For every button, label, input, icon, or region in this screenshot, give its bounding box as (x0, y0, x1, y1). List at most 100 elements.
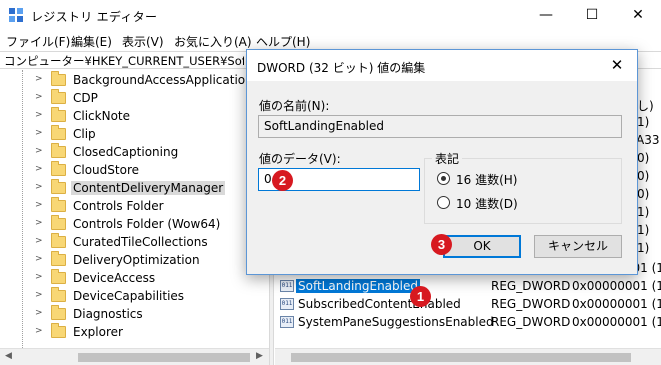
key-tree[interactable]: > BackgroundAccessApplications > CDP > ClickN… (0, 70, 269, 348)
tree-item-label: Diagnostics (73, 307, 143, 321)
value-name: SubscribedContentEnabled (298, 297, 461, 311)
title-bar: レジストリ エディター — ☐ ✕ (0, 0, 661, 31)
folder-icon (51, 233, 66, 248)
base-group-title: 表記 (432, 150, 463, 167)
scroll-left-icon[interactable]: ◀ (5, 351, 12, 361)
value-type: REG_DWORD (491, 297, 571, 311)
folder-icon (51, 215, 66, 230)
close-button[interactable]: ✕ (615, 0, 661, 31)
reg-dword-icon: 011 (280, 316, 294, 328)
expand-chevron-icon[interactable]: > (35, 74, 43, 84)
tree-item-label: Explorer (73, 325, 123, 339)
value-row[interactable]: 011 SoftLandingEnabled REG_DWORD 0x00000001… (275, 277, 661, 295)
value-data: 0x00000001 (1) (572, 279, 661, 293)
reg-dword-icon: 011 (280, 298, 294, 310)
folder-icon (51, 179, 66, 194)
menu-bar: ファイル(F) 編集(E) 表示(V) お気に入り(A) ヘルプ(H) (0, 31, 661, 51)
folder-icon (51, 287, 66, 302)
tree-item-label: CloudStore (73, 163, 139, 177)
tree-item-label: BackgroundAccessApplications (73, 73, 259, 87)
dialog-close-button[interactable]: ✕ (603, 54, 631, 76)
menu-help[interactable]: ヘルプ(H) (256, 33, 310, 50)
minimize-button[interactable]: — (523, 0, 569, 31)
menu-edit[interactable]: 編集(E) (71, 33, 112, 50)
hex-radio[interactable] (437, 172, 450, 185)
expand-chevron-icon[interactable]: > (35, 290, 43, 300)
expand-chevron-icon[interactable]: > (35, 164, 43, 174)
tree-item[interactable]: > ContentDeliveryManager (0, 179, 269, 197)
value-data-text: 0 (264, 172, 272, 186)
folder-icon (51, 305, 66, 320)
dec-radio-label[interactable]: 10 進数(D) (456, 195, 518, 212)
tree-horizontal-scrollbar[interactable]: ◀ ▶ (0, 348, 269, 365)
annotation-badge-1: 1 (410, 286, 431, 307)
tree-item-label: Controls Folder (73, 199, 164, 213)
tree-item[interactable]: > DeviceAccess (0, 269, 269, 287)
values-scroll-thumb[interactable] (291, 353, 631, 362)
value-name-field: SoftLandingEnabled (258, 115, 622, 138)
tree-scroll-thumb[interactable] (78, 353, 250, 362)
registry-editor-app-icon (9, 8, 23, 22)
dec-radio[interactable] (437, 196, 450, 209)
expand-chevron-icon[interactable]: > (35, 272, 43, 282)
value-data: 0x00000001 (1) (572, 315, 661, 329)
value-row[interactable]: 011 SystemPaneSuggestionsEnabled REG_DWORD… (275, 313, 661, 331)
folder-icon (51, 269, 66, 284)
expand-chevron-icon[interactable]: > (35, 218, 43, 228)
value-name-label: 値の名前(N): (259, 99, 330, 113)
values-horizontal-scrollbar[interactable] (275, 348, 661, 365)
tree-item[interactable]: > ClickNote (0, 107, 269, 125)
hex-radio-label[interactable]: 16 進数(H) (456, 171, 517, 188)
folder-icon (51, 71, 66, 86)
tree-item-label: Clip (73, 127, 96, 141)
value-name-text: SoftLandingEnabled (264, 119, 384, 133)
menu-favorites[interactable]: お気に入り(A) (174, 33, 252, 50)
value-data: 0x00000001 (1) (572, 297, 661, 311)
value-data-fragment: 1) (637, 223, 650, 237)
folder-icon (51, 197, 66, 212)
expand-chevron-icon[interactable]: > (35, 182, 43, 192)
expand-chevron-icon[interactable]: > (35, 128, 43, 138)
folder-icon (51, 89, 66, 104)
tree-item-label: CDP (73, 91, 98, 105)
dialog-title-bar: DWORD (32 ビット) 値の編集 ✕ (247, 50, 637, 81)
scroll-right-icon[interactable]: ▶ (256, 351, 263, 361)
ok-button[interactable]: OK (443, 235, 521, 258)
value-data-fragment: 0) (637, 187, 650, 201)
tree-item[interactable]: > DeviceCapabilities (0, 287, 269, 305)
tree-item[interactable]: > ClosedCaptioning (0, 143, 269, 161)
folder-icon (51, 161, 66, 176)
expand-chevron-icon[interactable]: > (35, 146, 43, 156)
tree-item[interactable]: > Clip (0, 125, 269, 143)
tree-item-label: DeviceCapabilities (73, 289, 185, 303)
expand-chevron-icon[interactable]: > (35, 236, 43, 246)
expand-chevron-icon[interactable]: > (35, 200, 43, 210)
tree-item[interactable]: > Diagnostics (0, 305, 269, 323)
maximize-button[interactable]: ☐ (569, 0, 615, 31)
tree-item-label: ClosedCaptioning (73, 145, 179, 159)
menu-file[interactable]: ファイル(F) (6, 33, 70, 50)
tree-item[interactable]: > Controls Folder (0, 197, 269, 215)
tree-item[interactable]: > Explorer (0, 323, 269, 341)
expand-chevron-icon[interactable]: > (35, 308, 43, 318)
tree-item[interactable]: > BackgroundAccessApplications (0, 71, 269, 89)
tree-item-label: Controls Folder (Wow64) (73, 217, 221, 231)
expand-chevron-icon[interactable]: > (35, 92, 43, 102)
tree-item[interactable]: > CloudStore (0, 161, 269, 179)
expand-chevron-icon[interactable]: > (35, 110, 43, 120)
value-row[interactable]: 011 SubscribedContentEnabled REG_DWORD 0x00… (275, 295, 661, 313)
cancel-button[interactable]: キャンセル (534, 235, 622, 258)
folder-icon (51, 251, 66, 266)
tree-item[interactable]: > CuratedTileCollections (0, 233, 269, 251)
expand-chevron-icon[interactable]: > (35, 326, 43, 336)
tree-item[interactable]: > DeliveryOptimization (0, 251, 269, 269)
folder-icon (51, 323, 66, 338)
base-groupbox (424, 158, 622, 224)
menu-view[interactable]: 表示(V) (122, 33, 164, 50)
value-data-fragment: 1) (637, 115, 650, 129)
tree-item[interactable]: > Controls Folder (Wow64) (0, 215, 269, 233)
tree-item[interactable]: > CDP (0, 89, 269, 107)
reg-dword-icon: 011 (280, 280, 294, 292)
tree-item-label: CuratedTileCollections (73, 235, 208, 249)
expand-chevron-icon[interactable]: > (35, 254, 43, 264)
